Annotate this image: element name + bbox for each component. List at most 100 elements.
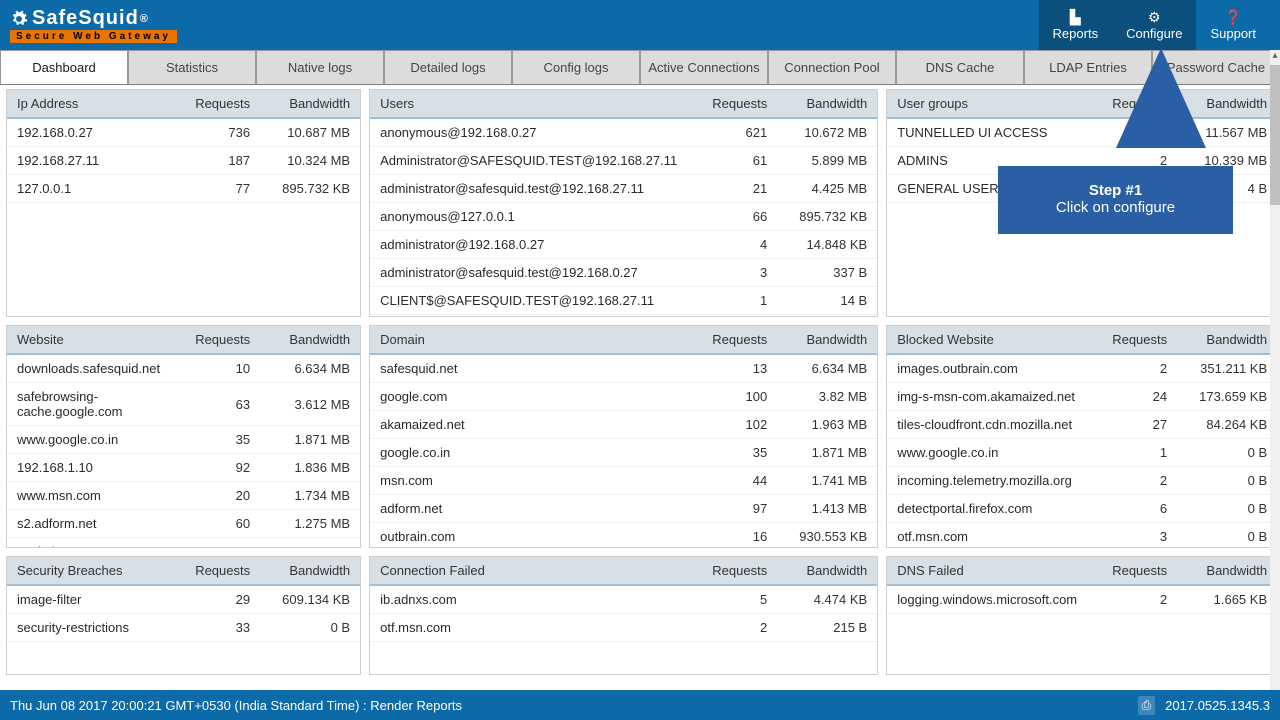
table-row[interactable]: akamaized.net1021.963 MB [370,411,877,439]
table-row[interactable]: logging.windows.microsoft.com21.665 KB [887,586,1277,614]
table-row[interactable]: administrator@192.168.0.27414.848 KB [370,231,877,259]
tab-statistics[interactable]: Statistics [128,50,256,84]
row-name: incoming.telemetry.mozilla.org [887,467,1087,494]
table-row[interactable]: ib.adnxs.com54.474 KB [370,586,877,614]
row-requests: 187 [170,147,260,174]
row-name: www.google.co.in [887,439,1087,466]
row-requests: 2 [687,614,777,641]
table-row[interactable]: msn.com441.741 MB [370,467,877,495]
row-bandwidth: 337 B [777,259,877,286]
table-row[interactable]: www.msn.com201.734 MB [7,482,360,510]
table-row[interactable]: CLIENT$@SAFESQUID.TEST@192.168.27.11114 … [370,287,877,315]
table-row[interactable]: detectportal.firefox.com60 B [887,495,1277,523]
row-bandwidth: 1.741 MB [777,467,877,494]
support-button[interactable]: ❓ Support [1196,0,1270,50]
table-row[interactable]: image-filter29609.134 KB [7,586,360,614]
tab-native-logs[interactable]: Native logs [256,50,384,84]
table-row[interactable]: s2.adform.net601.275 MB [7,510,360,538]
table-row[interactable]: 192.168.0.2773610.687 MB [7,119,360,147]
reports-label: Reports [1053,26,1099,41]
row-requests: 13 [687,355,777,382]
row-requests: 5 [687,586,777,613]
row-requests: 27 [1087,411,1177,438]
row-requests: 102 [687,411,777,438]
panel-header: Blocked WebsiteRequestsBandwidth [887,326,1277,355]
col-bandwidth: Bandwidth [1177,326,1277,353]
table-row[interactable]: Administrator@SAFESQUID.TEST@192.168.27.… [370,147,877,175]
col-title: Blocked Website [887,326,1087,353]
scrollbar[interactable]: ▴ [1270,50,1280,690]
col-requests: Requests [687,90,777,117]
col-requests: Requests [1087,326,1177,353]
row-bandwidth: 1.836 MB [260,454,360,481]
tab-detailed-logs[interactable]: Detailed logs [384,50,512,84]
col-bandwidth: Bandwidth [777,90,877,117]
row-bandwidth: 10.324 MB [260,147,360,174]
panel-header: User groupsRequestsBandwidth [887,90,1277,119]
row-name: anonymous@127.0.0.1 [370,203,687,230]
table-row[interactable]: 192.168.27.1118710.324 MB [7,147,360,175]
row-requests: 29 [170,586,260,613]
col-bandwidth: Bandwidth [777,326,877,353]
row-requests: 61 [687,147,777,174]
col-title: DNS Failed [887,557,1087,584]
table-row[interactable]: otf.msn.com30 B [887,523,1277,547]
table-row[interactable]: anonymous@127.0.0.166895.732 KB [370,203,877,231]
col-bandwidth: Bandwidth [260,90,360,117]
table-row[interactable]: 192.168.1.10921.836 MB [7,454,360,482]
row-requests: 621 [687,119,777,146]
table-row[interactable]: anonymous@192.168.0.2762110.672 MB [370,119,877,147]
table-row[interactable]: TUNNELLED UI ACCESS6811.567 MB [887,119,1277,147]
topbar: SafeSquid ® Secure Web Gateway ▙ Reports… [0,0,1280,50]
row-name: 192.168.1.10 [7,454,170,481]
table-row[interactable]: tiles-cloudfront.cdn.mozilla.net2784.264… [887,411,1277,439]
panel-domain: DomainRequestsBandwidthsafesquid.net136.… [369,325,878,548]
table-row[interactable]: adform.net971.413 MB [370,495,877,523]
tab-connection-pool[interactable]: Connection Pool [768,50,896,84]
table-row[interactable]: images.outbrain.com2351.211 KB [887,355,1277,383]
table-row[interactable]: incoming.telemetry.mozilla.org20 B [887,467,1277,495]
table-row[interactable]: 127.0.0.177895.732 KB [7,175,360,203]
row-requests: 3 [1087,523,1177,547]
row-bandwidth: 14 B [777,287,877,314]
row-name: www.msn.com [7,482,170,509]
col-title: User groups [887,90,1087,117]
tab-active-connections[interactable]: Active Connections [640,50,768,84]
table-row[interactable]: google.co.in351.871 MB [370,439,877,467]
reports-button[interactable]: ▙ Reports [1039,0,1113,50]
table-row[interactable]: safesquid.net136.634 MB [370,355,877,383]
row-name: www.google.co.in [7,426,170,453]
row-name: Administrator@SAFESQUID.TEST@192.168.27.… [370,147,687,174]
configure-button[interactable]: ⚙ Configure [1112,0,1196,50]
row-name: images.outbrain.com [887,355,1087,382]
table-row[interactable]: downloads.safesquid.net106.634 MB [7,355,360,383]
row-bandwidth: 0 B [1177,495,1277,522]
table-row[interactable]: safebrowsing-cache.google.com633.612 MB [7,383,360,426]
table-row[interactable]: static-hp-eas-s-msn-181.12 MB [7,538,360,547]
panel-connfail: Connection FailedRequestsBandwidthib.adn… [369,556,878,675]
help-icon: ❓ [1225,10,1242,24]
topnav: ▙ Reports ⚙ Configure ❓ Support [1039,0,1270,50]
table-row[interactable]: otf.msn.com2215 B [370,614,877,642]
table-row[interactable]: img-s-msn-com.akamaized.net24173.659 KB [887,383,1277,411]
row-requests: 66 [687,203,777,230]
table-row[interactable]: www.google.co.in10 B [887,439,1277,467]
row-requests: 33 [170,614,260,641]
cogs-icon: ⚙ [1148,10,1161,24]
table-row[interactable]: outbrain.com16930.553 KB [370,523,877,547]
table-row[interactable]: security-restrictions330 B [7,614,360,642]
pdf-icon[interactable]: ⎙ [1138,696,1156,715]
table-row[interactable]: administrator@safesquid.test@192.168.0.2… [370,259,877,287]
table-row[interactable]: google.com1003.82 MB [370,383,877,411]
row-name: 127.0.0.1 [7,175,170,202]
row-requests: 77 [170,175,260,202]
col-bandwidth: Bandwidth [1177,557,1277,584]
footer: Thu Jun 08 2017 20:00:21 GMT+0530 (India… [0,690,1280,720]
table-row[interactable]: administrator@safesquid.test@192.168.27.… [370,175,877,203]
tab-dashboard[interactable]: Dashboard [0,50,128,84]
row-bandwidth: 1.12 MB [260,538,360,547]
row-bandwidth: 1.275 MB [260,510,360,537]
table-row[interactable]: www.google.co.in351.871 MB [7,426,360,454]
tab-dns-cache[interactable]: DNS Cache [896,50,1024,84]
tab-config-logs[interactable]: Config logs [512,50,640,84]
